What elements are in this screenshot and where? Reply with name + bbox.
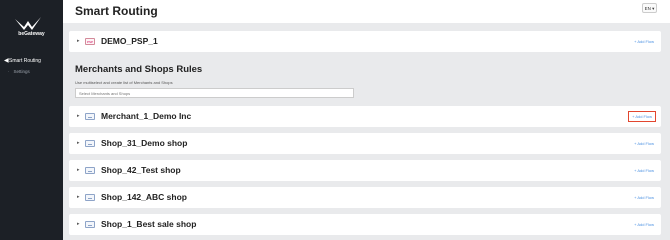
add-flow-button[interactable]: + Add Flow xyxy=(634,221,654,228)
add-flow-button[interactable]: + Add Flow xyxy=(634,38,654,45)
add-flow-button[interactable]: + Add Flow xyxy=(628,111,656,122)
shop-icon xyxy=(85,140,95,147)
row-name: Shop_42_Test shop xyxy=(101,165,181,175)
merchants-shops-section: Merchants and Shops Rules Use multiselec… xyxy=(69,53,661,101)
psp-name: DEMO_PSP_1 xyxy=(101,36,158,46)
page-title: Smart Routing xyxy=(75,4,158,18)
merchant-row[interactable]: ▸ Merchant_1_Demo Inc + Add Flow xyxy=(69,106,661,127)
row-name: Shop_142_ABC shop xyxy=(101,192,187,202)
chevron-right-icon[interactable]: ▸ xyxy=(77,31,80,52)
psp-icon: PSP xyxy=(85,38,95,45)
row-name: Shop_31_Demo shop xyxy=(101,138,188,148)
language-select[interactable]: EN ▾ xyxy=(642,3,657,13)
shop-row[interactable]: ▸ Shop_1_Best sale shop + Add Flow xyxy=(69,214,661,235)
begateway-logo-icon xyxy=(15,17,41,30)
bullet-icon: · xyxy=(8,69,10,74)
sidebar-item-label: Smart Routing xyxy=(9,57,41,64)
chevron-down-icon: ▾ xyxy=(650,6,655,11)
shop-row[interactable]: ▸ Shop_42_Test shop + Add Flow xyxy=(69,160,661,181)
sidebar-item-label: Settings xyxy=(13,69,30,74)
chevron-right-icon[interactable]: ▸ xyxy=(77,214,80,235)
shop-row[interactable]: ▸ Shop_142_ABC shop + Add Flow xyxy=(69,187,661,208)
shop-row[interactable]: ▸ Shop_31_Demo shop + Add Flow xyxy=(69,133,661,154)
sidebar: beGateway ◀ Smart Routing · Settings xyxy=(0,0,63,240)
add-flow-button[interactable]: + Add Flow xyxy=(634,194,654,201)
merchants-shops-select[interactable] xyxy=(75,88,354,98)
add-flow-button[interactable]: + Add Flow xyxy=(634,167,654,174)
sidebar-item-settings[interactable]: · Settings xyxy=(8,69,30,74)
arrow-left-icon: ◀ xyxy=(4,58,9,64)
shop-icon xyxy=(85,194,95,201)
chevron-right-icon[interactable]: ▸ xyxy=(77,187,80,208)
chevron-right-icon[interactable]: ▸ xyxy=(77,106,80,127)
section-title: Merchants and Shops Rules xyxy=(75,64,203,75)
shop-icon xyxy=(85,221,95,228)
row-name: Shop_1_Best sale shop xyxy=(101,219,197,229)
merchant-icon xyxy=(85,113,95,120)
row-name: Merchant_1_Demo Inc xyxy=(101,111,192,121)
add-flow-button[interactable]: + Add Flow xyxy=(634,140,654,147)
psp-row[interactable]: ▸ PSP DEMO_PSP_1 + Add Flow xyxy=(69,31,661,52)
chevron-right-icon[interactable]: ▸ xyxy=(77,160,80,181)
shop-icon xyxy=(85,167,95,174)
header: Smart Routing EN ▾ xyxy=(63,0,670,23)
section-subtitle: Use multiselect and create list of Merch… xyxy=(75,80,173,85)
brand-name: beGateway xyxy=(18,31,45,37)
sidebar-item-smart-routing[interactable]: ◀ Smart Routing xyxy=(0,55,63,66)
chevron-right-icon[interactable]: ▸ xyxy=(77,133,80,154)
